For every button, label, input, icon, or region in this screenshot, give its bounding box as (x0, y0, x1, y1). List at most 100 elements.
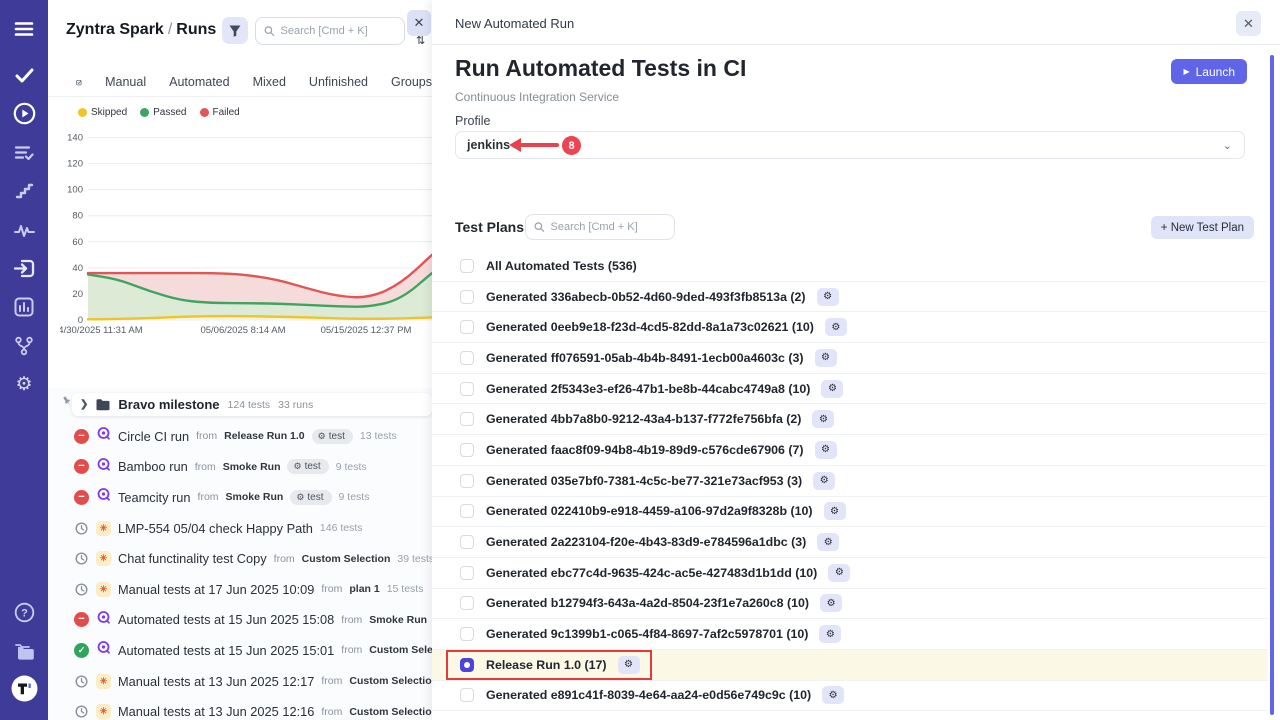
select-runs-icon[interactable] (76, 75, 82, 90)
menu-icon[interactable] (0, 17, 48, 41)
run-row[interactable]: ✳Manual tests at 13 Jun 2025 12:16fromCu… (48, 696, 432, 720)
tab-unfinished[interactable]: Unfinished (309, 75, 368, 89)
launch-button[interactable]: ▶ Launch (1171, 59, 1247, 84)
run-title[interactable]: Teamcity run (118, 490, 191, 505)
run-title[interactable]: Manual tests at 17 Jun 2025 10:09 (118, 582, 314, 597)
close-icon[interactable]: ✕ (1236, 11, 1261, 36)
run-row[interactable]: −Automated tests at 15 Jun 2025 15:08fro… (48, 605, 432, 636)
test-plan-row[interactable]: Generated 4bb7a8b0-9212-43a4-b137-f772fe… (432, 404, 1268, 435)
run-source[interactable]: Smoke Run (226, 491, 284, 503)
test-plan-row[interactable]: Release Run 1.0 (17)⚙ (432, 650, 1268, 681)
steps-icon[interactable] (0, 179, 48, 203)
run-source[interactable]: Custom Selection (302, 553, 391, 565)
checkbox[interactable] (460, 382, 474, 396)
folder-icon[interactable] (0, 639, 48, 663)
tab-automated[interactable]: Automated (169, 75, 229, 89)
gear-icon[interactable]: ⚙ (815, 441, 837, 459)
gear-icon[interactable]: ⚙ (822, 686, 844, 704)
milestone-row[interactable]: ❯ Bravo milestone 124 tests 33 runs (72, 393, 432, 416)
import-icon[interactable] (0, 256, 48, 280)
run-title[interactable]: Manual tests at 13 Jun 2025 12:16 (118, 704, 314, 719)
gear-icon[interactable]: ⚙ (817, 533, 839, 551)
run-title[interactable]: LMP-554 05/04 check Happy Path (118, 521, 313, 536)
panel-close-button[interactable]: ✕ (407, 10, 431, 36)
checkbox[interactable] (460, 320, 474, 334)
run-source[interactable]: plan 1 (349, 583, 379, 595)
run-title[interactable]: Automated tests at 15 Jun 2025 15:01 (118, 643, 334, 658)
filter-button[interactable] (222, 17, 248, 44)
run-row[interactable]: −Teamcity runfromSmoke Run⚙test9 tests (48, 482, 432, 513)
scrollbar[interactable] (1270, 55, 1274, 715)
check-icon[interactable] (0, 63, 48, 87)
gear-icon[interactable]: ⚙ (819, 625, 841, 643)
logo[interactable] (0, 676, 48, 700)
run-row[interactable]: ✳Chat functinality test CopyfromCustom S… (48, 543, 432, 574)
tab-mixed[interactable]: Mixed (253, 75, 286, 89)
run-source[interactable]: Smoke Run (369, 614, 427, 626)
checkbox[interactable] (460, 504, 474, 518)
checkbox-checked[interactable] (460, 658, 474, 672)
test-plan-row[interactable]: Generated ebc77c4d-9635-424c-ac5e-427483… (432, 558, 1268, 589)
play-circle-icon[interactable] (0, 101, 48, 125)
gear-icon[interactable]: ⚙ (812, 410, 834, 428)
tab-manual[interactable]: Manual (105, 75, 146, 89)
test-plan-row[interactable]: Generated 9c1399b1-c065-4f84-8697-7af2c5… (432, 619, 1268, 650)
milestone-name[interactable]: Bravo milestone (118, 397, 219, 412)
checkbox[interactable] (460, 351, 474, 365)
gear-icon[interactable]: ⚙ (820, 594, 842, 612)
help-icon[interactable]: ? (0, 600, 48, 624)
bar-chart-icon[interactable] (0, 295, 48, 319)
gear-icon[interactable]: ⚙ (618, 656, 640, 674)
test-plan-row[interactable]: Generated b12794f3-643a-4a2d-8504-23f1e7… (432, 589, 1268, 620)
run-source[interactable]: Smoke Run (223, 461, 281, 473)
list-check-icon[interactable] (0, 141, 48, 165)
tab-groups[interactable]: Groups (391, 75, 432, 89)
breadcrumb-project[interactable]: Zyntra Spark (66, 21, 164, 38)
runs-search[interactable] (255, 17, 405, 45)
checkbox[interactable] (460, 627, 474, 641)
checkbox[interactable] (460, 412, 474, 426)
gear-icon[interactable]: ⚙ (824, 502, 846, 520)
run-row[interactable]: ✳Manual tests at 17 Jun 2025 10:09frompl… (48, 574, 432, 605)
gear-icon[interactable]: ⚙ (825, 318, 847, 336)
test-plan-row[interactable]: All Automated Tests (536) (432, 251, 1268, 282)
test-plan-row[interactable]: Generated 336abecb-0b52-4d60-9ded-493f3f… (432, 282, 1268, 313)
gear-icon[interactable]: ⚙ (815, 349, 837, 367)
run-row[interactable]: −Bamboo runfromSmoke Run⚙test9 tests (48, 452, 432, 483)
test-plan-row[interactable]: Generated 035e7bf0-7381-4c5c-be77-321e73… (432, 466, 1268, 497)
checkbox[interactable] (460, 290, 474, 304)
run-title[interactable]: Manual tests at 13 Jun 2025 12:17 (118, 674, 314, 689)
test-badge[interactable]: ⚙test (290, 490, 331, 505)
test-badge[interactable]: ⚙test (287, 459, 328, 474)
checkbox[interactable] (460, 535, 474, 549)
branch-icon[interactable] (0, 334, 48, 358)
checkbox[interactable] (460, 596, 474, 610)
run-source[interactable]: Release Run 1.0 (224, 430, 305, 442)
test-badge[interactable]: ⚙test (312, 429, 353, 444)
run-title[interactable]: Circle CI run (118, 429, 189, 444)
new-test-plan-button[interactable]: + New Test Plan (1151, 216, 1254, 239)
test-plan-row[interactable]: Generated e891c41f-8039-4e64-aa24-e0d56e… (432, 681, 1268, 712)
gear-icon[interactable]: ⚙ (0, 372, 48, 396)
run-row[interactable]: ✓Automated tests at 15 Jun 2025 15:01fro… (48, 635, 432, 666)
gear-icon[interactable]: ⚙ (817, 288, 839, 306)
checkbox[interactable] (460, 688, 474, 702)
test-plan-row[interactable]: Generated faac8f09-94b8-4b19-89d9-c576cd… (432, 435, 1268, 466)
checkbox[interactable] (460, 474, 474, 488)
run-source[interactable]: Custom Selection (369, 644, 432, 656)
run-source[interactable]: Custom Selection (349, 675, 432, 687)
checkbox[interactable] (460, 443, 474, 457)
checkbox[interactable] (460, 566, 474, 580)
test-plan-row[interactable]: Generated 0eeb9e18-f23d-4cd5-82dd-8a1a73… (432, 312, 1268, 343)
run-title[interactable]: Bamboo run (118, 459, 188, 474)
test-plan-row[interactable]: Generated 022410b9-e918-4459-a106-97d2a9… (432, 497, 1268, 528)
test-plan-row[interactable]: Generated ff076591-05ab-4b4b-8491-1ecb00… (432, 343, 1268, 374)
gear-icon[interactable]: ⚙ (813, 472, 835, 490)
run-row[interactable]: −Circle CI runfromRelease Run 1.0⚙test13… (48, 421, 432, 452)
run-title[interactable]: Chat functinality test Copy (118, 551, 267, 566)
activity-icon[interactable] (0, 218, 48, 242)
run-row[interactable]: ✳Manual tests at 13 Jun 2025 12:17fromCu… (48, 666, 432, 697)
gear-icon[interactable]: ⚙ (821, 380, 843, 398)
runs-search-input[interactable] (281, 25, 397, 37)
run-source[interactable]: Custom Selection (349, 706, 432, 718)
